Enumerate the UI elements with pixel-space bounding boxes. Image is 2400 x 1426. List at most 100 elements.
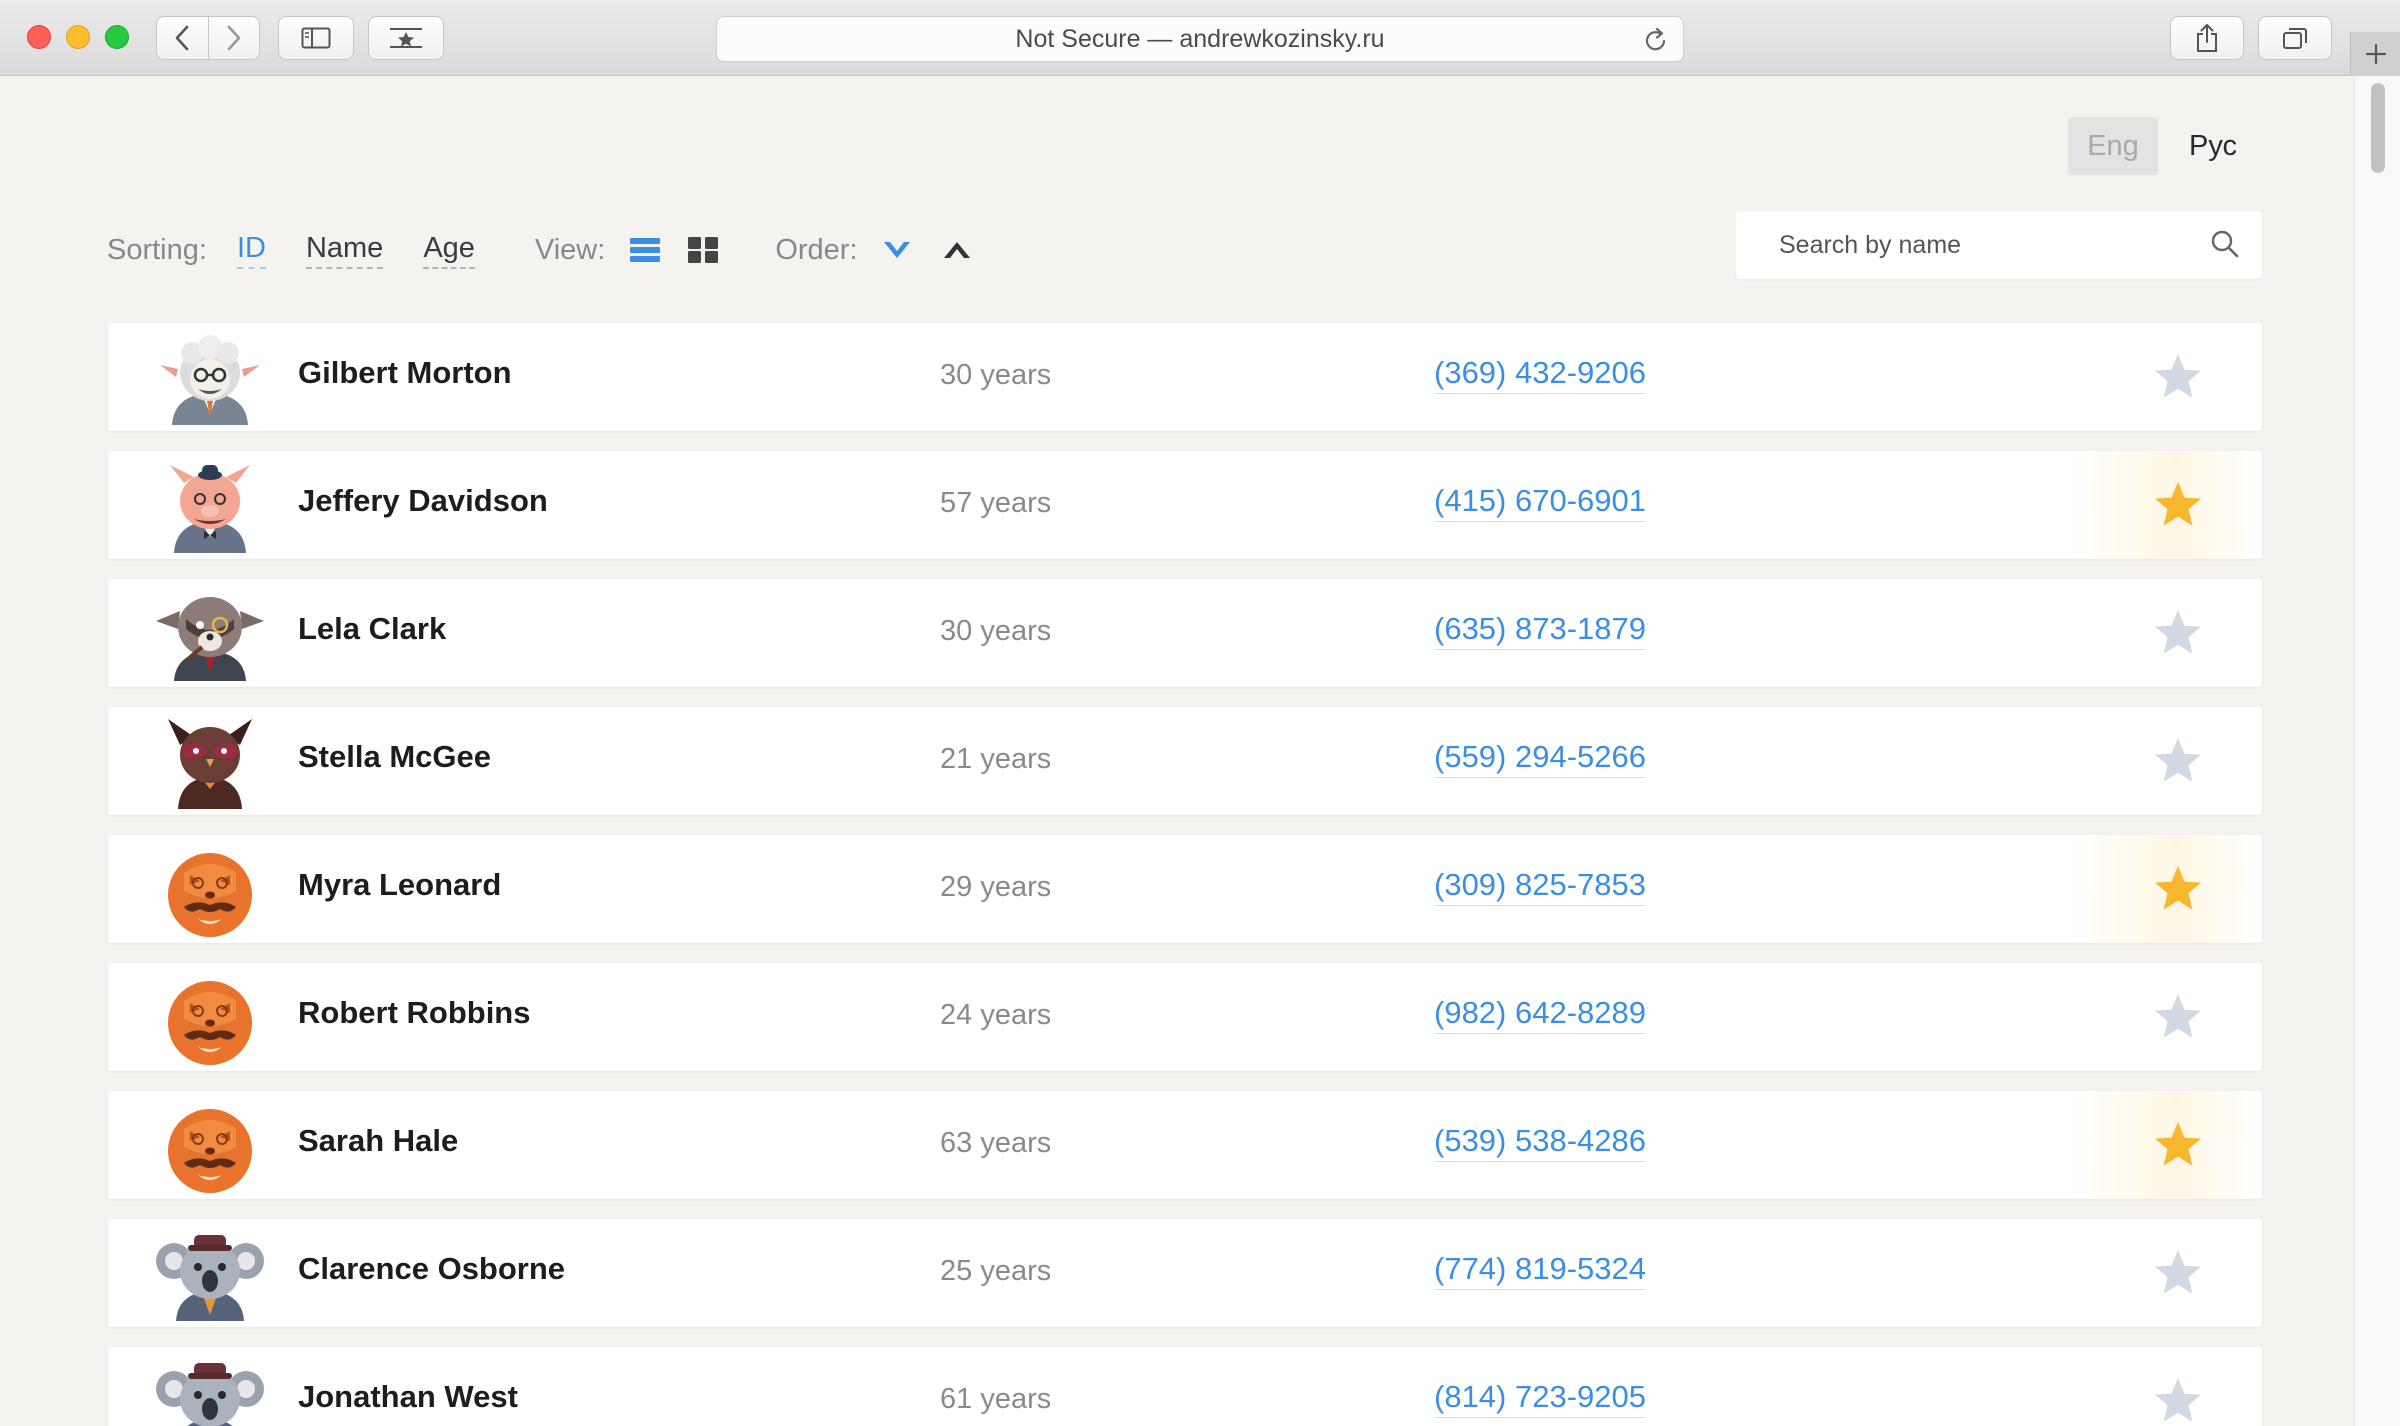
order-descending-button[interactable] xyxy=(882,239,912,261)
close-window-button[interactable] xyxy=(27,25,51,49)
person-age: 21 years xyxy=(940,743,1052,775)
raccoon-avatar xyxy=(154,589,266,681)
zoom-window-button[interactable] xyxy=(105,25,129,49)
list-icon xyxy=(630,238,661,262)
bookmark-star-icon xyxy=(390,28,422,48)
person-phone-link[interactable]: (415) 670-6901 xyxy=(1434,483,1646,522)
person-age: 30 years xyxy=(940,615,1052,647)
star-outline-icon[interactable] xyxy=(2152,1375,2204,1426)
language-eng-button[interactable]: Eng xyxy=(2068,117,2158,175)
grid-view-button[interactable] xyxy=(687,236,719,264)
person-row[interactable]: Jonathan West 61 years (814) 723-9205 xyxy=(108,1347,2262,1426)
sidebar-icon xyxy=(301,27,331,49)
star-filled-icon[interactable] xyxy=(2152,863,2204,915)
address-text: Not Secure — andrewkozinsky.ru xyxy=(1015,24,1385,53)
order-ascending-button[interactable] xyxy=(942,239,972,261)
person-age: 25 years xyxy=(940,1255,1052,1287)
star-outline-icon[interactable] xyxy=(2152,607,2204,659)
forward-button[interactable] xyxy=(207,17,259,59)
sort-by-id[interactable]: ID xyxy=(236,232,266,269)
person-phone-link[interactable]: (635) 873-1879 xyxy=(1434,611,1646,650)
owl-avatar xyxy=(154,717,266,809)
person-phone-link[interactable]: (559) 294-5266 xyxy=(1434,739,1646,778)
star-outline-icon[interactable] xyxy=(2152,351,2204,403)
person-phone-link[interactable]: (774) 819-5324 xyxy=(1434,1251,1646,1290)
person-name: Stella McGee xyxy=(298,739,491,774)
koala-avatar xyxy=(154,1229,266,1321)
sort-by-name[interactable]: Name xyxy=(305,232,384,269)
list-view-button[interactable] xyxy=(629,236,661,264)
person-row[interactable]: Jeffery Davidson 57 years (415) 670-6901 xyxy=(108,451,2262,559)
person-age: 29 years xyxy=(940,871,1052,903)
person-row[interactable]: Clarence Osborne 25 years (774) 819-5324 xyxy=(108,1219,2262,1327)
person-name: Jonathan West xyxy=(298,1379,518,1414)
person-age: 61 years xyxy=(940,1383,1052,1415)
fox-avatar xyxy=(154,1101,266,1193)
star-outline-icon[interactable] xyxy=(2152,1247,2204,1299)
pig-avatar xyxy=(154,461,266,553)
grid-icon xyxy=(688,237,719,263)
star-outline-icon[interactable] xyxy=(2152,991,2204,1043)
chevron-down-icon xyxy=(883,242,910,258)
chevron-up-icon xyxy=(943,242,970,258)
plus-icon xyxy=(2365,43,2386,65)
sort-by-age[interactable]: Age xyxy=(423,232,475,269)
sidebar-button[interactable] xyxy=(278,16,354,60)
search-icon[interactable] xyxy=(2210,229,2240,259)
person-name: Sarah Hale xyxy=(298,1123,459,1158)
person-name: Clarence Osborne xyxy=(298,1251,566,1286)
browser-toolbar: Not Secure — andrewkozinsky.ru xyxy=(0,0,2400,76)
person-name: Jeffery Davidson xyxy=(298,483,548,518)
tabs-overview-button[interactable] xyxy=(2258,16,2332,60)
person-phone-link[interactable]: (539) 538-4286 xyxy=(1434,1123,1646,1162)
koala-avatar xyxy=(154,1357,266,1426)
web-page: Eng Рус Sorting: ID Name Age View: Order… xyxy=(0,77,2354,1426)
person-phone-link[interactable]: (369) 432-9206 xyxy=(1434,355,1646,394)
star-filled-icon[interactable] xyxy=(2152,479,2204,531)
reload-icon[interactable] xyxy=(1643,26,1669,54)
page-scrollbar[interactable] xyxy=(2354,77,2400,1426)
tabs-icon xyxy=(2283,28,2307,49)
person-age: 24 years xyxy=(940,999,1052,1031)
person-name: Lela Clark xyxy=(298,611,447,646)
person-name: Myra Leonard xyxy=(298,867,502,902)
chevron-left-icon xyxy=(176,25,189,51)
scrollbar-thumb[interactable] xyxy=(2371,83,2385,173)
person-age: 57 years xyxy=(940,487,1052,519)
person-name: Robert Robbins xyxy=(298,995,531,1030)
person-age: 63 years xyxy=(940,1127,1052,1159)
new-tab-button[interactable] xyxy=(2350,32,2400,76)
person-phone-link[interactable]: (982) 642-8289 xyxy=(1434,995,1646,1034)
person-row[interactable]: Myra Leonard 29 years (309) 825-7853 xyxy=(108,835,2262,943)
person-phone-link[interactable]: (814) 723-9205 xyxy=(1434,1379,1646,1418)
language-rus-button[interactable]: Рус xyxy=(2168,117,2258,175)
person-row[interactable]: Stella McGee 21 years (559) 294-5266 xyxy=(108,707,2262,815)
fox-avatar xyxy=(154,973,266,1065)
share-icon xyxy=(2197,24,2217,52)
sorting-label: Sorting: xyxy=(107,233,207,266)
person-row[interactable]: Sarah Hale 63 years (539) 538-4286 xyxy=(108,1091,2262,1199)
share-button[interactable] xyxy=(2170,16,2244,60)
bookmarks-button[interactable] xyxy=(368,16,444,60)
back-button[interactable] xyxy=(157,17,208,59)
address-bar[interactable]: Not Secure — andrewkozinsky.ru xyxy=(716,16,1684,62)
person-age: 30 years xyxy=(940,359,1052,391)
history-nav-group xyxy=(156,16,260,60)
star-outline-icon[interactable] xyxy=(2152,735,2204,787)
view-label: View: xyxy=(534,233,606,266)
order-label: Order: xyxy=(775,233,858,266)
person-name: Gilbert Morton xyxy=(298,355,512,390)
sheep-avatar xyxy=(154,333,266,425)
star-filled-icon[interactable] xyxy=(2152,1119,2204,1171)
person-phone-link[interactable]: (309) 825-7853 xyxy=(1434,867,1646,906)
person-row[interactable]: Lela Clark 30 years (635) 873-1879 xyxy=(108,579,2262,687)
minimize-window-button[interactable] xyxy=(66,25,90,49)
search-box xyxy=(1736,211,2262,279)
toolbar-controls: Sorting: ID Name Age View: Order: xyxy=(107,225,1002,275)
people-list: Gilbert Morton 30 years (369) 432-9206 J… xyxy=(108,323,2262,1426)
person-row[interactable]: Gilbert Morton 30 years (369) 432-9206 xyxy=(108,323,2262,431)
person-row[interactable]: Robert Robbins 24 years (982) 642-8289 xyxy=(108,963,2262,1071)
chevron-right-icon xyxy=(227,25,241,51)
search-input[interactable] xyxy=(1736,211,2176,279)
fox-avatar xyxy=(154,845,266,937)
